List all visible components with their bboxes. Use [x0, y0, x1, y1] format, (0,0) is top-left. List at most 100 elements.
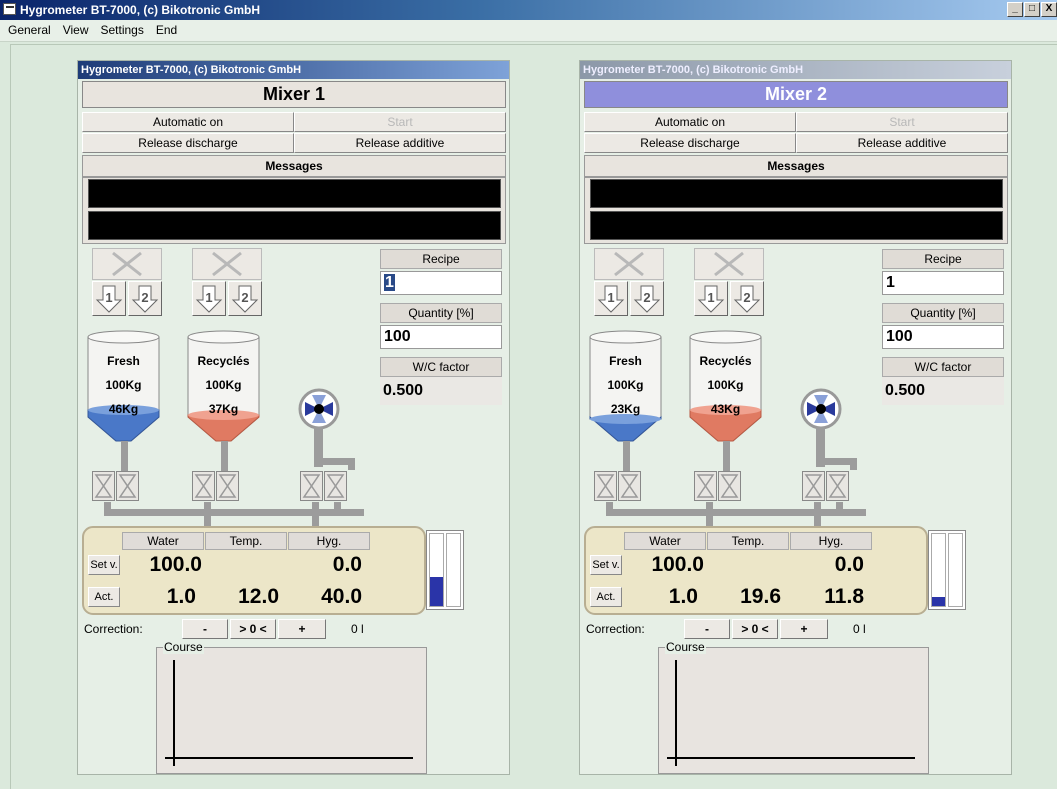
messages-header: Messages: [584, 155, 1008, 177]
col-hyg-header: Hyg.: [790, 532, 872, 550]
menu-bar: General View Settings End: [0, 20, 1057, 42]
message-line: [590, 211, 1003, 240]
tank-current: 43Kg: [710, 402, 741, 416]
pipe: [104, 509, 364, 516]
pipe: [221, 441, 228, 471]
valve-icon[interactable]: [192, 471, 215, 501]
valve-icon[interactable]: [92, 471, 115, 501]
tank-name: Fresh: [107, 354, 140, 368]
svg-text:1: 1: [105, 290, 112, 305]
correction-plus-button[interactable]: +: [278, 619, 326, 639]
correction-zero-button[interactable]: > 0 <: [230, 619, 276, 639]
start-button[interactable]: Start: [294, 112, 506, 132]
valve-icon[interactable]: [216, 471, 239, 501]
maximize-button[interactable]: □: [1024, 2, 1040, 17]
valve-icon[interactable]: [618, 471, 641, 501]
level-gauge: [928, 530, 966, 610]
control-display: Water Temp. Hyg. Set v. Act. 100.0 0.0 1…: [584, 526, 928, 615]
panel-title: Hygrometer BT-7000, (c) Bikotronic GmbH: [78, 61, 509, 79]
act-temp-value: 19.6: [740, 585, 781, 608]
messages-header: Messages: [82, 155, 506, 177]
control-display: Water Temp. Hyg. Set v. Act. 100.0 0.0 1…: [82, 526, 426, 615]
col-water-header: Water: [122, 532, 204, 550]
close-button[interactable]: X: [1041, 2, 1057, 17]
close-x-icon[interactable]: [594, 248, 664, 280]
valve-icon[interactable]: [802, 471, 825, 501]
tank-capacity: 100Kg: [707, 378, 744, 392]
minimize-button[interactable]: _: [1007, 2, 1023, 17]
automatic-on-button[interactable]: Automatic on: [82, 112, 294, 132]
valve-icon[interactable]: [300, 471, 323, 501]
tank-current: 37Kg: [208, 402, 239, 416]
set-value-button[interactable]: Set v.: [590, 555, 622, 575]
release-discharge-button[interactable]: Release discharge: [584, 133, 796, 153]
quantity-input[interactable]: 100: [882, 325, 1004, 349]
valve-icon[interactable]: [324, 471, 347, 501]
close-x-icon[interactable]: [92, 248, 162, 280]
correction-minus-button[interactable]: -: [684, 619, 730, 639]
recipe-label: Recipe: [882, 249, 1004, 269]
mixer-panel-2: Hygrometer BT-7000, (c) Bikotronic GmbH …: [579, 60, 1012, 775]
col-hyg-header: Hyg.: [288, 532, 370, 550]
correction-zero-button[interactable]: > 0 <: [732, 619, 778, 639]
fan-icon[interactable]: [297, 387, 341, 431]
release-discharge-button[interactable]: Release discharge: [82, 133, 294, 153]
menu-general[interactable]: General: [0, 20, 57, 41]
correction-value: 0 l: [351, 622, 364, 636]
course-graph: Course: [156, 640, 427, 774]
gauge-column: [931, 533, 946, 607]
quantity-input[interactable]: 100: [380, 325, 502, 349]
panel-title: Hygrometer BT-7000, (c) Bikotronic GmbH: [580, 61, 1011, 79]
menu-end[interactable]: End: [150, 20, 183, 41]
tank-capacity: 100Kg: [205, 378, 242, 392]
pipe: [814, 502, 821, 526]
automatic-on-button[interactable]: Automatic on: [584, 112, 796, 132]
svg-text:2: 2: [241, 290, 248, 305]
menu-settings[interactable]: Settings: [95, 20, 150, 41]
start-button[interactable]: Start: [796, 112, 1008, 132]
arrow-down-2-icon[interactable]: 2: [128, 281, 162, 316]
menu-view[interactable]: View: [57, 20, 95, 41]
arrow-down-2-icon[interactable]: 2: [730, 281, 764, 316]
arrow-down-2-icon[interactable]: 2: [228, 281, 262, 316]
close-x-icon[interactable]: [694, 248, 764, 280]
arrow-down-1-icon[interactable]: 1: [192, 281, 226, 316]
course-graph: Course: [658, 640, 929, 774]
pipe: [121, 441, 128, 471]
valve-icon[interactable]: [694, 471, 717, 501]
fan-icon[interactable]: [799, 387, 843, 431]
tank-name: Recyclés: [699, 354, 752, 368]
tank-name: Recyclés: [197, 354, 250, 368]
messages-area: [82, 177, 506, 244]
valve-icon[interactable]: [826, 471, 849, 501]
recipe-input[interactable]: 1: [380, 271, 502, 295]
correction-label: Correction:: [586, 622, 645, 636]
message-line: [88, 179, 501, 208]
arrow-down-1-icon[interactable]: 1: [594, 281, 628, 316]
valve-icon[interactable]: [116, 471, 139, 501]
release-additive-button[interactable]: Release additive: [294, 133, 506, 153]
close-x-icon[interactable]: [192, 248, 262, 280]
set-hyg-value: 0.0: [834, 553, 864, 576]
set-hyg-value: 0.0: [332, 553, 362, 576]
gauge-column: [429, 533, 444, 607]
quantity-label: Quantity [%]: [380, 303, 502, 323]
tank-name: Fresh: [609, 354, 642, 368]
svg-text:1: 1: [707, 290, 714, 305]
tank-fresh: Fresh 100Kg 23Kg: [588, 329, 663, 444]
valve-icon[interactable]: [594, 471, 617, 501]
pipe: [706, 502, 713, 526]
recipe-input[interactable]: 1: [882, 271, 1004, 295]
correction-minus-button[interactable]: -: [182, 619, 228, 639]
arrow-down-2-icon[interactable]: 2: [630, 281, 664, 316]
valve-icon[interactable]: [718, 471, 741, 501]
arrow-down-1-icon[interactable]: 1: [694, 281, 728, 316]
tank-current: 46Kg: [108, 402, 139, 416]
release-additive-button[interactable]: Release additive: [796, 133, 1008, 153]
arrow-down-1-icon[interactable]: 1: [92, 281, 126, 316]
mixer-name: Mixer 2: [584, 81, 1008, 108]
recipe-value: 1: [886, 274, 895, 291]
correction-plus-button[interactable]: +: [780, 619, 828, 639]
set-value-button[interactable]: Set v.: [88, 555, 120, 575]
pipe: [334, 502, 341, 514]
